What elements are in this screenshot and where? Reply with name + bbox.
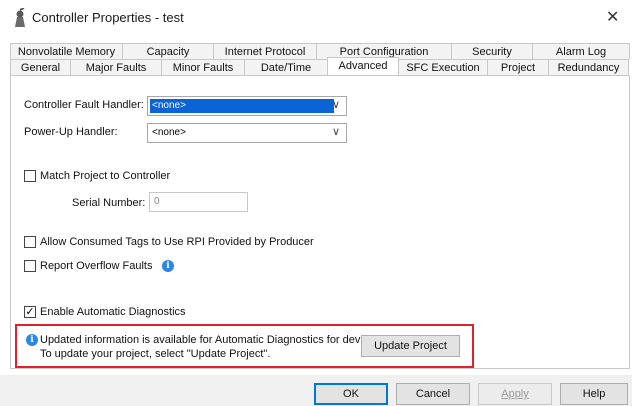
tab-alarm-log[interactable]: Alarm Log <box>532 43 630 59</box>
enable-diagnostics-label: Enable Automatic Diagnostics <box>40 306 186 318</box>
tab-minor-faults[interactable]: Minor Faults <box>161 59 245 75</box>
tab-internet-protocol[interactable]: Internet Protocol <box>213 43 317 59</box>
tab-major-faults[interactable]: Major Faults <box>70 59 162 75</box>
fault-handler-select[interactable]: <none> ∨ <box>147 96 347 116</box>
serial-number-field[interactable]: 0 <box>149 192 248 212</box>
allow-consumed-checkbox[interactable] <box>24 236 36 248</box>
update-project-button[interactable]: Update Project <box>361 335 460 357</box>
apply-button-label: Apply <box>501 388 529 400</box>
tab-capacity[interactable]: Capacity <box>122 43 214 59</box>
tab-security[interactable]: Security <box>451 43 533 59</box>
help-button[interactable]: Help <box>560 383 628 405</box>
controller-icon <box>12 7 28 28</box>
info-icon: i <box>26 334 38 346</box>
window-title: Controller Properties - test <box>32 10 184 25</box>
close-icon[interactable]: ✕ <box>606 7 619 27</box>
powerup-handler-label: Power-Up Handler: <box>24 126 118 138</box>
allow-consumed-label: Allow Consumed Tags to Use RPI Provided … <box>40 236 314 248</box>
chevron-down-icon: ∨ <box>331 126 340 138</box>
tab-date-time[interactable]: Date/Time <box>244 59 328 75</box>
report-overflow-label: Report Overflow Faults <box>40 260 153 272</box>
tab-row-bottom: General Major Faults Minor Faults Date/T… <box>10 57 630 75</box>
tab-nonvolatile-memory[interactable]: Nonvolatile Memory <box>10 43 123 59</box>
powerup-handler-value: <none> <box>152 127 186 138</box>
powerup-handler-select[interactable]: <none> ∨ <box>147 123 347 143</box>
tab-advanced[interactable]: Advanced <box>327 57 399 75</box>
ok-button[interactable]: OK <box>314 383 388 405</box>
chevron-down-icon: ∨ <box>331 99 340 111</box>
tab-row-top: Nonvolatile Memory Capacity Internet Pro… <box>10 43 630 59</box>
fault-handler-value: <none> <box>150 99 334 113</box>
report-overflow-checkbox[interactable] <box>24 260 36 272</box>
tab-sfc-execution[interactable]: SFC Execution <box>398 59 488 75</box>
match-project-checkbox[interactable] <box>24 170 36 182</box>
apply-button[interactable]: Apply <box>478 383 552 405</box>
match-project-label: Match Project to Controller <box>40 170 171 182</box>
diagnostics-info-line-1: Updated information is available for Aut… <box>40 334 384 346</box>
serial-number-label: Serial Number: <box>72 197 146 209</box>
serial-number-value: 0 <box>154 196 160 207</box>
tab-redundancy[interactable]: Redundancy <box>548 59 629 75</box>
cancel-button[interactable]: Cancel <box>396 383 470 405</box>
tab-general[interactable]: General <box>10 59 71 75</box>
enable-diagnostics-checkbox[interactable]: ✓ <box>24 306 36 318</box>
info-icon[interactable]: i <box>162 260 174 272</box>
fault-handler-label: Controller Fault Handler: <box>24 99 144 111</box>
diagnostics-info-line-2: To update your project, select "Update P… <box>40 348 271 360</box>
tab-project[interactable]: Project <box>487 59 549 75</box>
